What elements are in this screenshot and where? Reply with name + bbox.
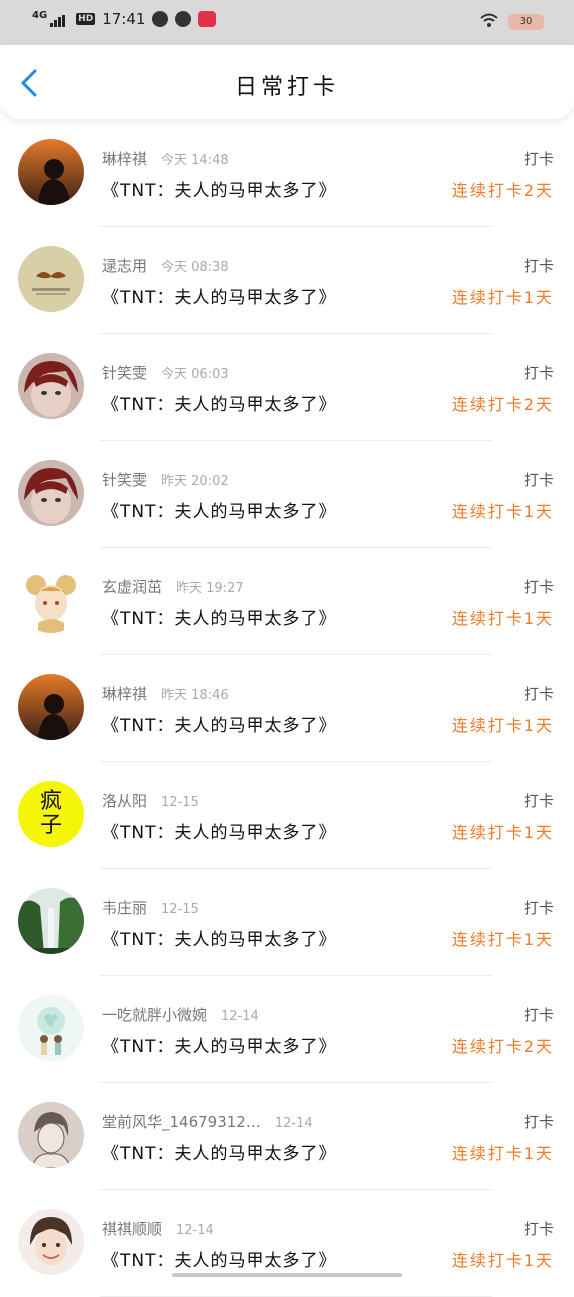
avatar[interactable] <box>18 1102 84 1168</box>
streak-label: 连续打卡1天 <box>451 823 554 842</box>
streak-label: 连续打卡1天 <box>451 930 554 949</box>
page-title: 日常打卡 <box>234 75 339 100</box>
home-indicator[interactable] <box>172 1273 402 1277</box>
checkin-time: 12-14 <box>274 1116 313 1131</box>
avatar[interactable] <box>18 460 84 526</box>
user-name[interactable]: 琳梓祺 <box>102 150 147 168</box>
checkin-time: 12-14 <box>176 1223 214 1238</box>
streak-label: 连续打卡2天 <box>451 395 554 414</box>
list-item[interactable]: 堂前风华_14679312… 12-14 《TNT：夫人的马甲太多了》 打卡 连续… <box>0 1083 574 1190</box>
book-title[interactable]: 《TNT：夫人的马甲太多了》 <box>102 1032 337 1057</box>
user-name[interactable]: 玄虚润茁 <box>102 578 162 596</box>
signal-icon <box>50 15 66 27</box>
checkin-time: 12-15 <box>161 795 199 810</box>
list-item[interactable]: 一吃就胖小微婉 12-14 《TNT：夫人的马甲太多了》 打卡 连续打卡2天 <box>0 976 574 1083</box>
list-item[interactable]: 针笑雯 今天 06:03 《TNT：夫人的马甲太多了》 打卡 连续打卡2天 <box>0 334 574 441</box>
user-name[interactable]: 一吃就胖小微婉 <box>102 1006 207 1024</box>
streak-label: 连续打卡2天 <box>451 1037 554 1056</box>
checkin-label: 打卡 <box>523 685 554 703</box>
media-icon <box>175 11 192 27</box>
checkin-time: 昨天 18:46 <box>161 688 229 703</box>
avatar[interactable] <box>18 674 84 740</box>
streak-label: 连续打卡2天 <box>451 181 554 200</box>
checkin-list: 琳梓祺 今天 14:48 《TNT：夫人的马甲太多了》 打卡 连续打卡2天 逯志用… <box>0 120 574 1297</box>
list-item[interactable]: 逯志用 今天 08:38 《TNT：夫人的马甲太多了》 打卡 连续打卡1天 <box>0 227 574 334</box>
list-item[interactable]: 琳梓祺 今天 14:48 《TNT：夫人的马甲太多了》 打卡 连续打卡2天 <box>0 120 574 227</box>
checkin-label: 打卡 <box>523 899 554 917</box>
wifi-icon <box>480 12 498 31</box>
streak-label: 连续打卡1天 <box>451 609 554 628</box>
user-name[interactable]: 琳梓祺 <box>102 685 147 703</box>
checkin-time: 昨天 19:27 <box>176 581 244 596</box>
user-name[interactable]: 洛从阳 <box>102 792 147 810</box>
book-title[interactable]: 《TNT：夫人的马甲太多了》 <box>102 1246 337 1271</box>
list-item[interactable]: 祺祺顺顺 12-14 《TNT：夫人的马甲太多了》 打卡 连续打卡1天 <box>0 1190 574 1297</box>
checkin-label: 打卡 <box>523 578 554 596</box>
checkin-time: 12-15 <box>161 902 199 917</box>
book-title[interactable]: 《TNT：夫人的马甲太多了》 <box>102 1139 337 1164</box>
battery-level: 30 <box>519 16 533 27</box>
avatar-text: 疯子 <box>39 789 62 838</box>
streak-label: 连续打卡1天 <box>451 1144 554 1163</box>
avatar[interactable] <box>18 567 84 633</box>
app-header: 日常打卡 <box>0 45 574 119</box>
avatar[interactable] <box>18 888 84 954</box>
user-name[interactable]: 针笑雯 <box>102 471 147 489</box>
book-title[interactable]: 《TNT：夫人的马甲太多了》 <box>102 818 337 843</box>
hd-badge: HD <box>76 13 96 25</box>
clock: 17:41 <box>102 10 146 28</box>
battery-icon: 30 <box>508 13 544 30</box>
app-notification-icon <box>198 11 217 27</box>
user-name[interactable]: 针笑雯 <box>102 364 147 382</box>
checkin-label: 打卡 <box>523 1220 554 1238</box>
avatar[interactable] <box>18 246 84 312</box>
list-item[interactable]: 韦庄丽 12-15 《TNT：夫人的马甲太多了》 打卡 连续打卡1天 <box>0 869 574 976</box>
avatar[interactable] <box>18 139 84 205</box>
checkin-label: 打卡 <box>523 1006 554 1024</box>
compass-icon <box>152 11 169 27</box>
checkin-label: 打卡 <box>523 364 554 382</box>
streak-label: 连续打卡1天 <box>451 288 554 307</box>
checkin-time: 今天 06:03 <box>161 367 229 382</box>
book-title[interactable]: 《TNT：夫人的马甲太多了》 <box>102 925 337 950</box>
book-title[interactable]: 《TNT：夫人的马甲太多了》 <box>102 604 337 629</box>
checkin-time: 今天 14:48 <box>161 153 229 168</box>
streak-label: 连续打卡1天 <box>451 716 554 735</box>
checkin-label: 打卡 <box>523 471 554 489</box>
list-item[interactable]: 玄虚润茁 昨天 19:27 《TNT：夫人的马甲太多了》 打卡 连续打卡1天 <box>0 548 574 655</box>
user-name[interactable]: 堂前风华_14679312… <box>102 1113 261 1131</box>
book-title[interactable]: 《TNT：夫人的马甲太多了》 <box>102 283 337 308</box>
checkin-label: 打卡 <box>523 1113 554 1131</box>
user-name[interactable]: 韦庄丽 <box>102 899 147 917</box>
book-title[interactable]: 《TNT：夫人的马甲太多了》 <box>102 176 337 201</box>
book-title[interactable]: 《TNT：夫人的马甲太多了》 <box>102 711 337 736</box>
list-item[interactable]: 针笑雯 昨天 20:02 《TNT：夫人的马甲太多了》 打卡 连续打卡1天 <box>0 441 574 548</box>
status-bar: 4G HD 17:41 30 <box>0 0 574 45</box>
book-title[interactable]: 《TNT：夫人的马甲太多了》 <box>102 390 337 415</box>
user-name[interactable]: 逯志用 <box>102 257 147 275</box>
checkin-time: 12-14 <box>221 1009 259 1024</box>
avatar[interactable] <box>18 1209 84 1275</box>
checkin-label: 打卡 <box>523 257 554 275</box>
checkin-label: 打卡 <box>523 150 554 168</box>
avatar[interactable]: 疯子 <box>18 781 84 847</box>
checkin-time: 昨天 20:02 <box>161 474 229 489</box>
list-item[interactable]: 疯子 洛从阳 12-15 《TNT：夫人的马甲太多了》 打卡 连续打卡1天 <box>0 762 574 869</box>
streak-label: 连续打卡1天 <box>451 502 554 521</box>
avatar[interactable] <box>18 353 84 419</box>
list-item[interactable]: 琳梓祺 昨天 18:46 《TNT：夫人的马甲太多了》 打卡 连续打卡1天 <box>0 655 574 762</box>
checkin-label: 打卡 <box>523 792 554 810</box>
network-label: 4G <box>32 10 48 21</box>
user-name[interactable]: 祺祺顺顺 <box>102 1220 162 1238</box>
checkin-time: 今天 08:38 <box>161 260 229 275</box>
avatar[interactable] <box>18 995 84 1061</box>
book-title[interactable]: 《TNT：夫人的马甲太多了》 <box>102 497 337 522</box>
streak-label: 连续打卡1天 <box>451 1251 554 1270</box>
